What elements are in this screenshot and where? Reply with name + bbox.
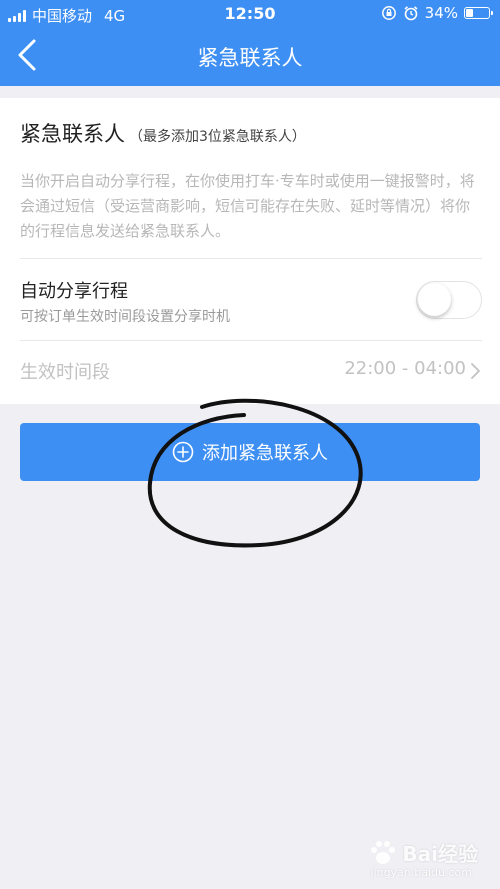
time-range-value[interactable]: 22:00 - 04:00 <box>344 358 466 379</box>
chevron-right-icon[interactable] <box>470 362 482 380</box>
page-title: 紧急联系人 <box>197 46 303 70</box>
add-contact-label: 添加紧急联系人 <box>202 443 328 464</box>
card-title: 紧急联系人 <box>20 122 125 146</box>
auto-share-title: 自动分享行程 <box>20 281 128 302</box>
battery-fill <box>466 9 473 17</box>
auto-share-hint: 可按订单生效时间段设置分享时机 <box>20 309 230 325</box>
battery-icon <box>464 7 493 19</box>
watermark-url: jingyan.baidu.com <box>370 866 472 879</box>
card-title-row: 紧急联系人 （最多添加3位紧急联系人） <box>20 118 306 148</box>
plus-circle-icon <box>172 441 194 463</box>
paw-icon <box>371 840 396 864</box>
divider <box>20 340 482 341</box>
header: 中国移动 4G 12:50 34% 紧急联系人 <box>0 0 500 86</box>
alarm-icon <box>404 6 418 21</box>
add-contact-button[interactable]: 添加紧急联系人 <box>20 423 480 481</box>
rotation-lock-icon <box>381 6 396 20</box>
time-range-label[interactable]: 生效时间段 <box>20 358 110 384</box>
toggle-knob <box>418 283 451 316</box>
card-subtitle: （最多添加3位紧急联系人） <box>129 129 306 145</box>
status-right: 34% <box>381 4 493 22</box>
divider <box>20 258 482 259</box>
settings-card: 紧急联系人 （最多添加3位紧急联系人） 当你开启自动分享行程，在你使用打车·专车时… <box>0 98 500 404</box>
watermark: Bai经验 <box>368 838 478 867</box>
auto-share-toggle[interactable] <box>416 281 482 319</box>
status-bar: 中国移动 4G 12:50 34% <box>0 0 500 28</box>
watermark-text: Bai经验 <box>402 842 478 866</box>
battery-label: 34% <box>424 4 458 22</box>
description-text: 当你开启自动分享行程，在你使用打车·专车时或使用一键报警时，将会通过短信（受运营… <box>20 172 475 240</box>
